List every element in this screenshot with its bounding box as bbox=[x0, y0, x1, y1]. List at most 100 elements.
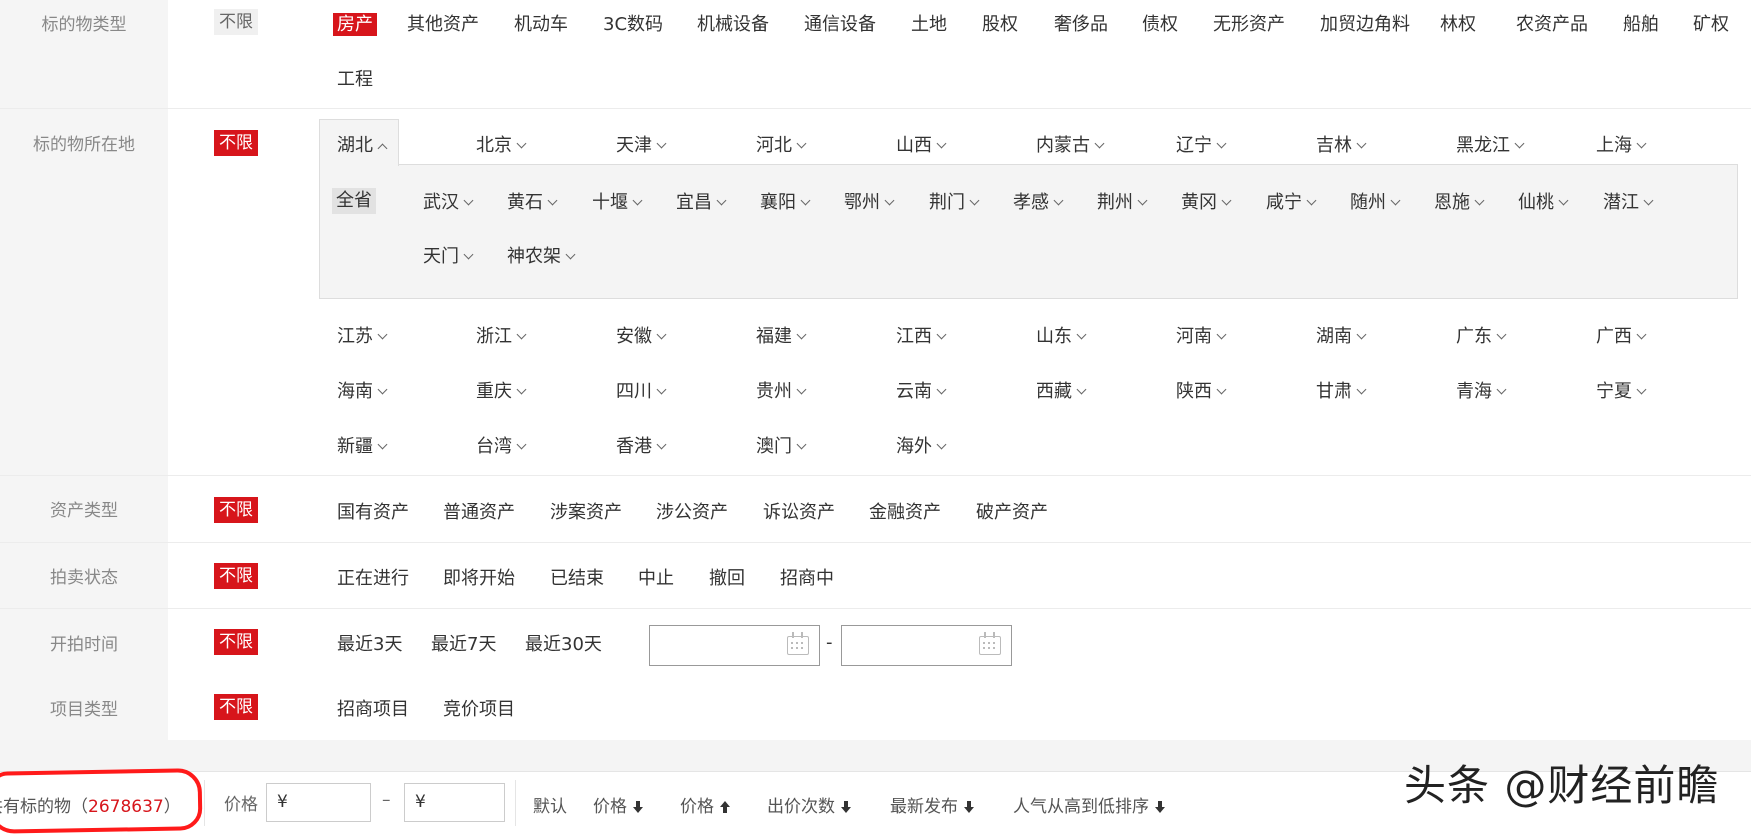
province-7[interactable]: 甘肃 bbox=[1316, 377, 1367, 403]
city-13[interactable]: 仙桃 bbox=[1518, 188, 1569, 214]
sort-latest[interactable]: 最新发布 bbox=[890, 792, 974, 817]
asset-type-option-4[interactable]: 机械设备 bbox=[697, 10, 769, 36]
city-1[interactable]: 黄石 bbox=[507, 188, 558, 214]
auction-status-option-3[interactable]: 中止 bbox=[638, 564, 674, 590]
asset-class-option-2[interactable]: 涉案资产 bbox=[550, 498, 622, 524]
price-min-input[interactable]: ¥ bbox=[266, 783, 371, 822]
province-9[interactable]: 上海 bbox=[1596, 131, 1647, 157]
asset-type-option-10[interactable]: 无形资产 bbox=[1213, 10, 1285, 36]
province-3[interactable]: 福建 bbox=[756, 322, 807, 348]
asset-type-option-11[interactable]: 加贸边角料 bbox=[1320, 10, 1410, 36]
asset-class-option-0[interactable]: 国有资产 bbox=[337, 498, 409, 524]
asset-type-option-7[interactable]: 股权 bbox=[982, 10, 1018, 36]
auction-status-no-limit[interactable]: 不限 bbox=[214, 563, 258, 589]
city-0[interactable]: 武汉 bbox=[423, 188, 474, 214]
asset-type-option-12[interactable]: 林权 bbox=[1440, 10, 1476, 36]
province-2[interactable]: 安徽 bbox=[616, 322, 667, 348]
province-1[interactable]: 重庆 bbox=[476, 377, 527, 403]
all-province-button[interactable]: 全省 bbox=[332, 188, 376, 214]
province-4[interactable]: 江西 bbox=[896, 322, 947, 348]
province-0[interactable]: 湖北 bbox=[337, 131, 388, 157]
asset-type-option-15[interactable]: 矿权 bbox=[1693, 10, 1729, 36]
asset-type-option-14[interactable]: 船舶 bbox=[1623, 10, 1659, 36]
asset-type-option-1[interactable]: 其他资产 bbox=[407, 10, 479, 36]
province-1[interactable]: 北京 bbox=[476, 131, 527, 157]
city-extra-0[interactable]: 天门 bbox=[423, 242, 474, 268]
province-7[interactable]: 湖南 bbox=[1316, 322, 1367, 348]
auction-status-option-2[interactable]: 已结束 bbox=[550, 564, 604, 590]
province-8[interactable]: 黑龙江 bbox=[1456, 131, 1525, 157]
city-7[interactable]: 孝感 bbox=[1013, 188, 1064, 214]
auction-status-option-5[interactable]: 招商中 bbox=[780, 564, 834, 590]
calendar-icon[interactable] bbox=[787, 632, 809, 655]
province-8[interactable]: 青海 bbox=[1456, 377, 1507, 403]
province-5[interactable]: 西藏 bbox=[1036, 377, 1087, 403]
asset-type-option-6[interactable]: 土地 bbox=[911, 10, 947, 36]
province-0[interactable]: 江苏 bbox=[337, 322, 388, 348]
province-1[interactable]: 台湾 bbox=[476, 432, 527, 458]
asset-class-option-6[interactable]: 破产资产 bbox=[976, 498, 1048, 524]
sort-bid-count[interactable]: 出价次数 bbox=[767, 792, 851, 817]
province-0[interactable]: 新疆 bbox=[337, 432, 388, 458]
province-5[interactable]: 山东 bbox=[1036, 322, 1087, 348]
asset-type-option-5[interactable]: 通信设备 bbox=[804, 10, 876, 36]
asset-type-no-limit[interactable]: 不限 bbox=[214, 9, 258, 35]
province-6[interactable]: 河南 bbox=[1176, 322, 1227, 348]
province-9[interactable]: 宁夏 bbox=[1596, 377, 1647, 403]
asset-type-option-extra-0[interactable]: 工程 bbox=[337, 65, 373, 91]
city-9[interactable]: 黄冈 bbox=[1181, 188, 1232, 214]
sort-price-asc[interactable]: 价格 bbox=[680, 792, 730, 817]
asset-type-option-8[interactable]: 奢侈品 bbox=[1054, 10, 1108, 36]
start-time-option-2[interactable]: 最近30天 bbox=[525, 630, 602, 656]
location-no-limit[interactable]: 不限 bbox=[214, 130, 258, 156]
auction-status-option-1[interactable]: 即将开始 bbox=[443, 564, 515, 590]
asset-class-no-limit[interactable]: 不限 bbox=[214, 497, 258, 523]
price-max-input[interactable]: ¥ bbox=[404, 783, 505, 822]
province-6[interactable]: 辽宁 bbox=[1176, 131, 1227, 157]
province-4[interactable]: 云南 bbox=[896, 377, 947, 403]
start-time-option-0[interactable]: 最近3天 bbox=[337, 630, 402, 656]
province-2[interactable]: 香港 bbox=[616, 432, 667, 458]
city-14[interactable]: 潜江 bbox=[1603, 188, 1654, 214]
start-date-input[interactable] bbox=[649, 625, 820, 666]
city-6[interactable]: 荆门 bbox=[929, 188, 980, 214]
asset-type-option-9[interactable]: 债权 bbox=[1142, 10, 1178, 36]
project-type-no-limit[interactable]: 不限 bbox=[214, 694, 258, 720]
asset-class-option-3[interactable]: 涉公资产 bbox=[656, 498, 728, 524]
sort-popularity[interactable]: 人气从高到低排序 bbox=[1013, 792, 1165, 817]
sort-price-desc[interactable]: 价格 bbox=[593, 792, 643, 817]
province-3[interactable]: 河北 bbox=[756, 131, 807, 157]
start-time-option-1[interactable]: 最近7天 bbox=[431, 630, 496, 656]
project-type-option-1[interactable]: 竞价项目 bbox=[443, 695, 515, 721]
asset-type-option-0[interactable]: 房产 bbox=[333, 10, 377, 36]
city-5[interactable]: 鄂州 bbox=[844, 188, 895, 214]
province-3[interactable]: 澳门 bbox=[756, 432, 807, 458]
province-8[interactable]: 广东 bbox=[1456, 322, 1507, 348]
asset-class-option-4[interactable]: 诉讼资产 bbox=[763, 498, 835, 524]
asset-type-option-13[interactable]: 农资产品 bbox=[1516, 10, 1588, 36]
asset-class-option-1[interactable]: 普通资产 bbox=[443, 498, 515, 524]
asset-class-option-5[interactable]: 金融资产 bbox=[869, 498, 941, 524]
auction-status-option-0[interactable]: 正在进行 bbox=[337, 564, 409, 590]
asset-type-option-2[interactable]: 机动车 bbox=[514, 10, 568, 36]
calendar-icon[interactable] bbox=[979, 632, 1001, 655]
province-4[interactable]: 山西 bbox=[896, 131, 947, 157]
province-5[interactable]: 内蒙古 bbox=[1036, 131, 1105, 157]
city-10[interactable]: 咸宁 bbox=[1266, 188, 1317, 214]
city-4[interactable]: 襄阳 bbox=[760, 188, 811, 214]
auction-status-option-4[interactable]: 撤回 bbox=[709, 564, 745, 590]
city-11[interactable]: 随州 bbox=[1350, 188, 1401, 214]
province-1[interactable]: 浙江 bbox=[476, 322, 527, 348]
city-extra-1[interactable]: 神农架 bbox=[507, 242, 576, 268]
city-3[interactable]: 宜昌 bbox=[676, 188, 727, 214]
project-type-option-0[interactable]: 招商项目 bbox=[337, 695, 409, 721]
province-9[interactable]: 广西 bbox=[1596, 322, 1647, 348]
province-2[interactable]: 天津 bbox=[616, 131, 667, 157]
start-time-no-limit[interactable]: 不限 bbox=[214, 629, 258, 655]
sort-default[interactable]: 默认 bbox=[533, 792, 567, 817]
province-0[interactable]: 海南 bbox=[337, 377, 388, 403]
province-2[interactable]: 四川 bbox=[616, 377, 667, 403]
province-6[interactable]: 陕西 bbox=[1176, 377, 1227, 403]
asset-type-option-3[interactable]: 3C数码 bbox=[603, 10, 663, 36]
province-3[interactable]: 贵州 bbox=[756, 377, 807, 403]
